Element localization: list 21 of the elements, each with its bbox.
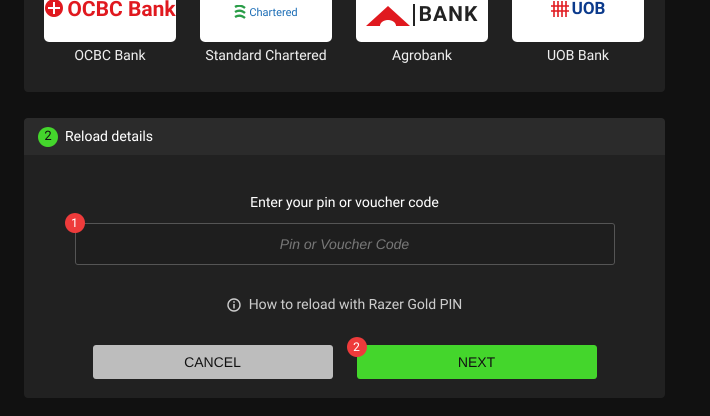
bank-option[interactable]: Chartered [200,0,332,42]
bank-name: Agrobank [392,48,452,64]
pin-input-field[interactable]: Pin or Voucher Code [74,223,614,265]
bank-logo: OCBC Bank [44,0,176,20]
help-link[interactable]: How to reload with Razer Gold PIN [248,297,462,313]
bank-name: Standard Chartered [205,48,327,64]
bank-name: OCBC Bank [74,48,146,64]
bank-logo: Chartered [234,5,298,19]
step-badge: 1 [64,213,84,233]
bank-logo: BANK [366,4,478,26]
info-icon [226,298,241,312]
bank-option[interactable]: OCBC Bank [44,0,176,42]
bank-option[interactable]: BANK [356,0,488,42]
step-number: 2 [38,126,58,146]
bank-logo: UOB [550,0,606,18]
section-title: Reload details [65,128,153,144]
cancel-button[interactable]: CANCEL [92,345,332,379]
bank-option[interactable]: UOB [512,0,644,42]
bank-name: UOB Bank [546,48,610,64]
field-label: Enter your pin or voucher code [250,195,439,211]
step-badge: 2 [346,337,366,357]
